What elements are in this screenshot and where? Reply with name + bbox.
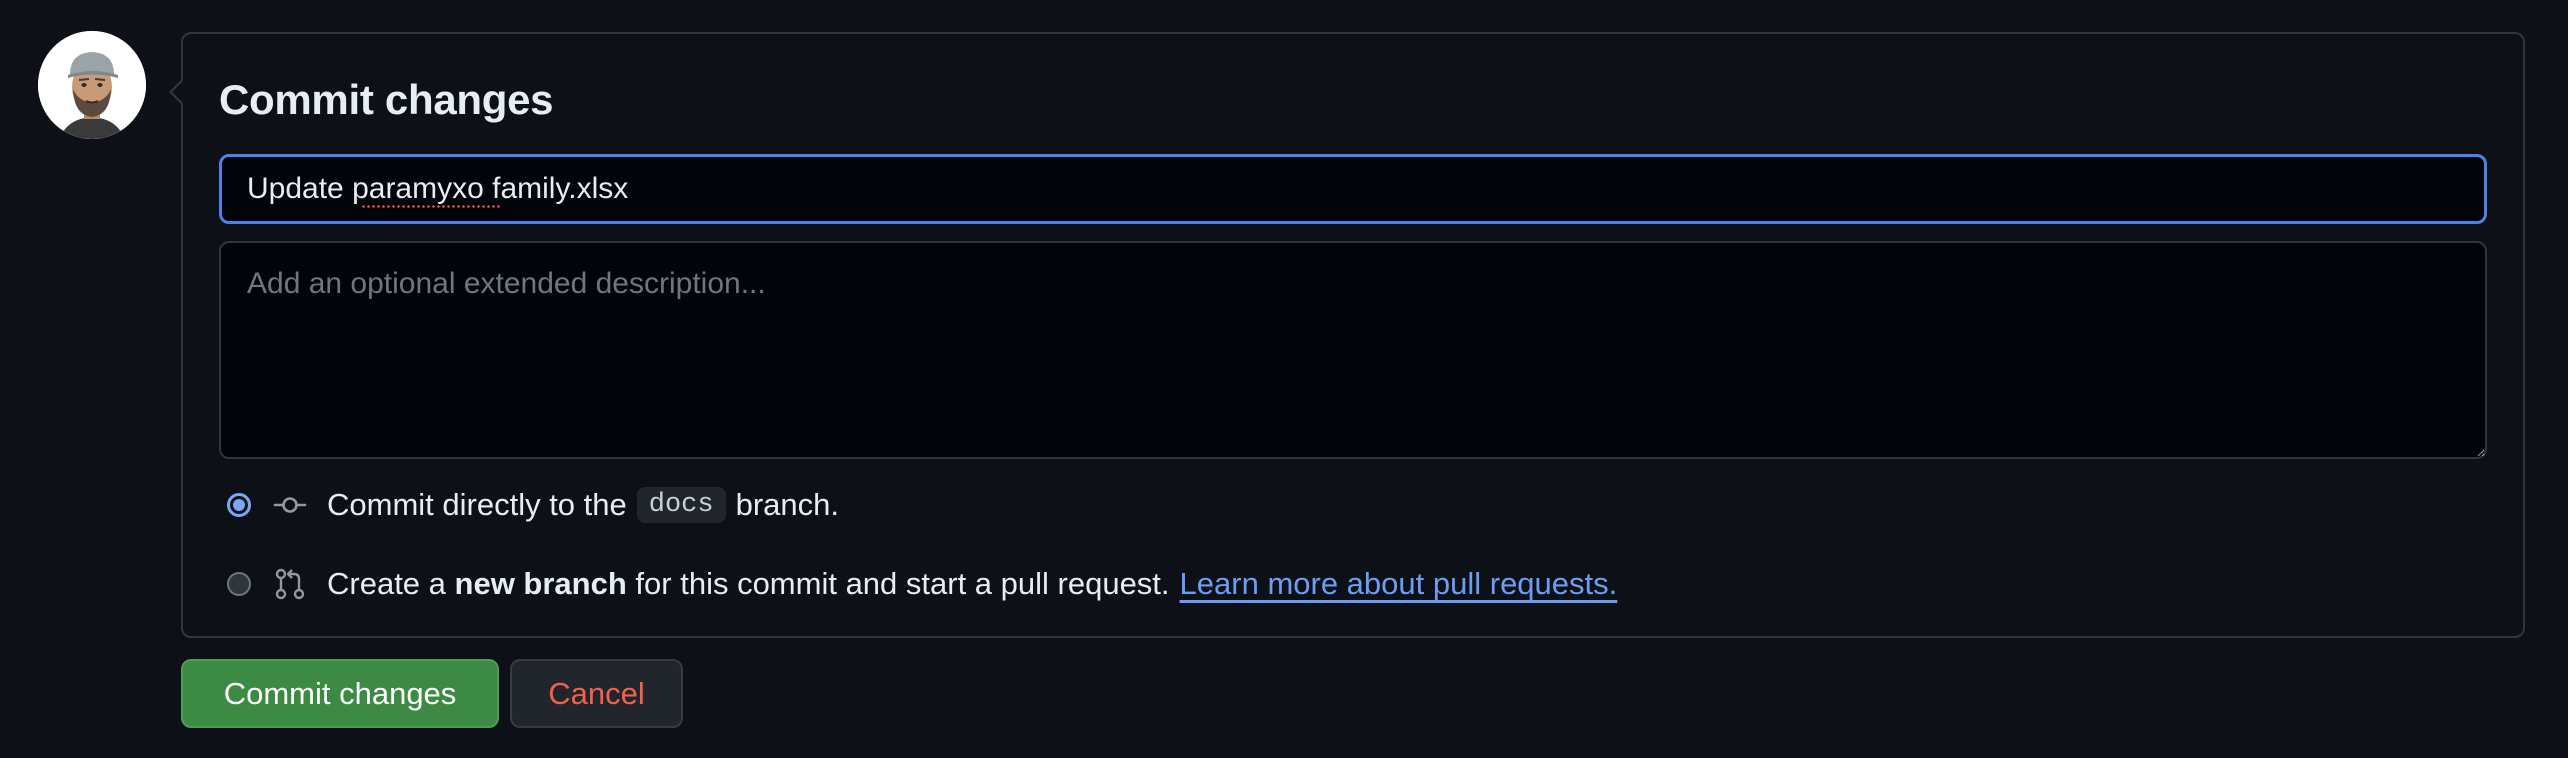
new-branch-suffix: for this commit and start a pull request… bbox=[635, 566, 1170, 601]
new-branch-bold-text: new branch bbox=[454, 566, 627, 601]
avatar-portrait-icon bbox=[38, 31, 146, 139]
branch-name-badge: docs bbox=[636, 487, 726, 523]
new-branch-radio[interactable] bbox=[227, 572, 251, 596]
panel-title: Commit changes bbox=[219, 76, 554, 123]
learn-more-pull-requests-link[interactable]: Learn more about pull requests. bbox=[1180, 566, 1618, 602]
new-branch-prefix: Create a bbox=[327, 566, 446, 601]
commit-description-textarea[interactable] bbox=[219, 241, 2487, 459]
commit-changes-button[interactable]: Commit changes bbox=[181, 659, 499, 728]
commit-panel: Commit changes Commit directly to the do… bbox=[169, 32, 2525, 638]
new-branch-option[interactable]: Create a new branch for this commit and … bbox=[227, 564, 1617, 604]
cancel-button[interactable]: Cancel bbox=[510, 659, 683, 728]
commit-summary-input[interactable] bbox=[219, 154, 2487, 224]
commit-directly-option[interactable]: Commit directly to the docs branch. bbox=[227, 485, 839, 525]
user-avatar bbox=[38, 31, 146, 139]
git-pull-request-icon bbox=[273, 567, 307, 601]
commit-directly-suffix: branch. bbox=[735, 487, 839, 522]
git-commit-icon bbox=[273, 488, 307, 522]
panel-caret-fill bbox=[172, 80, 184, 104]
commit-directly-radio[interactable] bbox=[227, 493, 251, 517]
commit-directly-prefix: Commit directly to the bbox=[327, 487, 627, 522]
